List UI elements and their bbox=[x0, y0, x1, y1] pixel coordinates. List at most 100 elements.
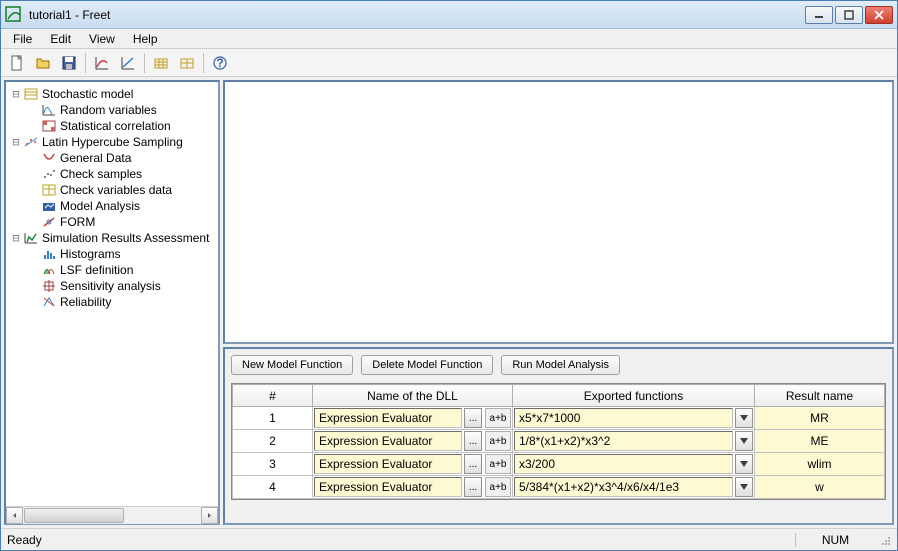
run-model-analysis-button[interactable]: Run Model Analysis bbox=[501, 355, 620, 375]
tree-node-histograms[interactable]: Histograms bbox=[8, 246, 216, 262]
scatter-icon bbox=[22, 135, 40, 149]
collapse-icon[interactable]: ⊟ bbox=[10, 230, 22, 246]
lsf-icon bbox=[40, 263, 58, 277]
table-row[interactable]: 2Expression Evaluator...a+b1/8*(x1+x2)*x… bbox=[233, 430, 885, 453]
preview-area bbox=[223, 80, 894, 344]
dll-tag-label: a+b bbox=[485, 477, 511, 497]
dots-icon bbox=[40, 167, 58, 181]
grid2-icon[interactable] bbox=[175, 51, 199, 75]
cell-function: 1/8*(x1+x2)*x3^2 bbox=[513, 430, 755, 453]
function-expression-field[interactable]: x3/200 bbox=[514, 454, 733, 474]
content-panel: New Model Function Delete Model Function… bbox=[223, 80, 894, 525]
menu-edit[interactable]: Edit bbox=[42, 30, 79, 48]
tree-label: Sensitivity analysis bbox=[58, 278, 161, 294]
tree-node-check-samples[interactable]: Check samples bbox=[8, 166, 216, 182]
tree-node-stat-corr[interactable]: Statistical correlation bbox=[8, 118, 216, 134]
status-text: Ready bbox=[7, 533, 795, 547]
header-functions[interactable]: Exported functions bbox=[513, 385, 755, 407]
main-area: ⊟ Stochastic model Random variables Stat… bbox=[1, 77, 897, 528]
table-row[interactable]: 4Expression Evaluator...a+b5/384*(x1+x2)… bbox=[233, 476, 885, 499]
tree-node-sensitivity[interactable]: Sensitivity analysis bbox=[8, 278, 216, 294]
results-icon bbox=[22, 231, 40, 245]
cell-result[interactable]: ME bbox=[755, 430, 885, 453]
function-expression-field[interactable]: 1/8*(x1+x2)*x3^2 bbox=[514, 431, 733, 451]
tree-label: Model Analysis bbox=[58, 198, 140, 214]
maximize-button[interactable] bbox=[835, 6, 863, 24]
new-model-function-button[interactable]: New Model Function bbox=[231, 355, 353, 375]
scroll-right-icon[interactable] bbox=[201, 507, 218, 524]
app-window: tutorial1 - Freet File Edit View Help ? bbox=[0, 0, 898, 551]
new-file-icon[interactable] bbox=[5, 51, 29, 75]
header-dll[interactable]: Name of the DLL bbox=[313, 385, 513, 407]
tree-node-check-vars-data[interactable]: Check variables data bbox=[8, 182, 216, 198]
scroll-left-icon[interactable] bbox=[6, 507, 23, 524]
function-expression-field[interactable]: 5/384*(x1+x2)*x3^4/x6/x4/1e3 bbox=[514, 477, 733, 497]
tree-node-reliability[interactable]: Reliability bbox=[8, 294, 216, 310]
dll-browse-button[interactable]: ... bbox=[464, 477, 482, 497]
dll-browse-button[interactable]: ... bbox=[464, 408, 482, 428]
histogram-icon bbox=[40, 247, 58, 261]
tree-node-sim-results[interactable]: ⊟ Simulation Results Assessment bbox=[8, 230, 216, 246]
dll-browse-button[interactable]: ... bbox=[464, 431, 482, 451]
help-icon[interactable]: ? bbox=[208, 51, 232, 75]
chart-slope-icon[interactable] bbox=[116, 51, 140, 75]
collapse-icon[interactable]: ⊟ bbox=[10, 134, 22, 150]
grid1-icon[interactable] bbox=[149, 51, 173, 75]
analysis-icon bbox=[40, 199, 58, 213]
dll-browse-button[interactable]: ... bbox=[464, 454, 482, 474]
form-icon bbox=[40, 215, 58, 229]
header-result[interactable]: Result name bbox=[755, 385, 885, 407]
menu-view[interactable]: View bbox=[81, 30, 123, 48]
dll-name-field[interactable]: Expression Evaluator bbox=[314, 431, 462, 451]
scroll-track[interactable] bbox=[23, 507, 201, 524]
dll-tag-label: a+b bbox=[485, 408, 511, 428]
function-expression-field[interactable]: x5*x7*1000 bbox=[514, 408, 733, 428]
resize-grip-icon[interactable] bbox=[875, 534, 891, 546]
collapse-icon[interactable]: ⊟ bbox=[10, 86, 22, 102]
tree-node-lsf[interactable]: LSF definition bbox=[8, 262, 216, 278]
table-row[interactable]: 1Expression Evaluator...a+bx5*x7*1000MR bbox=[233, 407, 885, 430]
save-file-icon[interactable] bbox=[57, 51, 81, 75]
cell-result[interactable]: wlim bbox=[755, 453, 885, 476]
toolbar-separator bbox=[144, 53, 145, 73]
tree-label: Simulation Results Assessment bbox=[40, 230, 209, 246]
sensitivity-icon bbox=[40, 279, 58, 293]
tree-node-random-vars[interactable]: Random variables bbox=[8, 102, 216, 118]
tree-node-stochastic[interactable]: ⊟ Stochastic model bbox=[8, 86, 216, 102]
table-row[interactable]: 3Expression Evaluator...a+bx3/200wlim bbox=[233, 453, 885, 476]
curve-red-icon bbox=[40, 151, 58, 165]
function-dropdown-button[interactable] bbox=[735, 431, 753, 451]
tree-node-general-data[interactable]: General Data bbox=[8, 150, 216, 166]
cell-result[interactable]: MR bbox=[755, 407, 885, 430]
dll-name-field[interactable]: Expression Evaluator bbox=[314, 408, 462, 428]
model-functions-grid: # Name of the DLL Exported functions Res… bbox=[231, 383, 886, 500]
function-dropdown-button[interactable] bbox=[735, 454, 753, 474]
toolbar: ? bbox=[1, 49, 897, 77]
cell-number: 2 bbox=[233, 430, 313, 453]
dll-name-field[interactable]: Expression Evaluator bbox=[314, 454, 462, 474]
dll-name-field[interactable]: Expression Evaluator bbox=[314, 477, 462, 497]
open-file-icon[interactable] bbox=[31, 51, 55, 75]
minimize-button[interactable] bbox=[805, 6, 833, 24]
tree-label: Check samples bbox=[58, 166, 142, 182]
window-controls bbox=[805, 6, 893, 24]
cell-function: x5*x7*1000 bbox=[513, 407, 755, 430]
navigation-tree: ⊟ Stochastic model Random variables Stat… bbox=[6, 82, 218, 506]
menu-file[interactable]: File bbox=[5, 30, 40, 48]
chart-curve-icon[interactable] bbox=[90, 51, 114, 75]
dll-tag-label: a+b bbox=[485, 454, 511, 474]
header-number[interactable]: # bbox=[233, 385, 313, 407]
svg-text:?: ? bbox=[216, 56, 223, 70]
dll-tag-label: a+b bbox=[485, 431, 511, 451]
delete-model-function-button[interactable]: Delete Model Function bbox=[361, 355, 493, 375]
menu-help[interactable]: Help bbox=[125, 30, 166, 48]
tree-node-form[interactable]: FORM bbox=[8, 214, 216, 230]
scroll-thumb[interactable] bbox=[24, 508, 124, 523]
function-dropdown-button[interactable] bbox=[735, 477, 753, 497]
close-button[interactable] bbox=[865, 6, 893, 24]
function-dropdown-button[interactable] bbox=[735, 408, 753, 428]
tree-node-model-analysis[interactable]: Model Analysis bbox=[8, 198, 216, 214]
horizontal-scrollbar[interactable] bbox=[6, 506, 218, 523]
tree-node-lhs[interactable]: ⊟ Latin Hypercube Sampling bbox=[8, 134, 216, 150]
cell-result[interactable]: w bbox=[755, 476, 885, 499]
